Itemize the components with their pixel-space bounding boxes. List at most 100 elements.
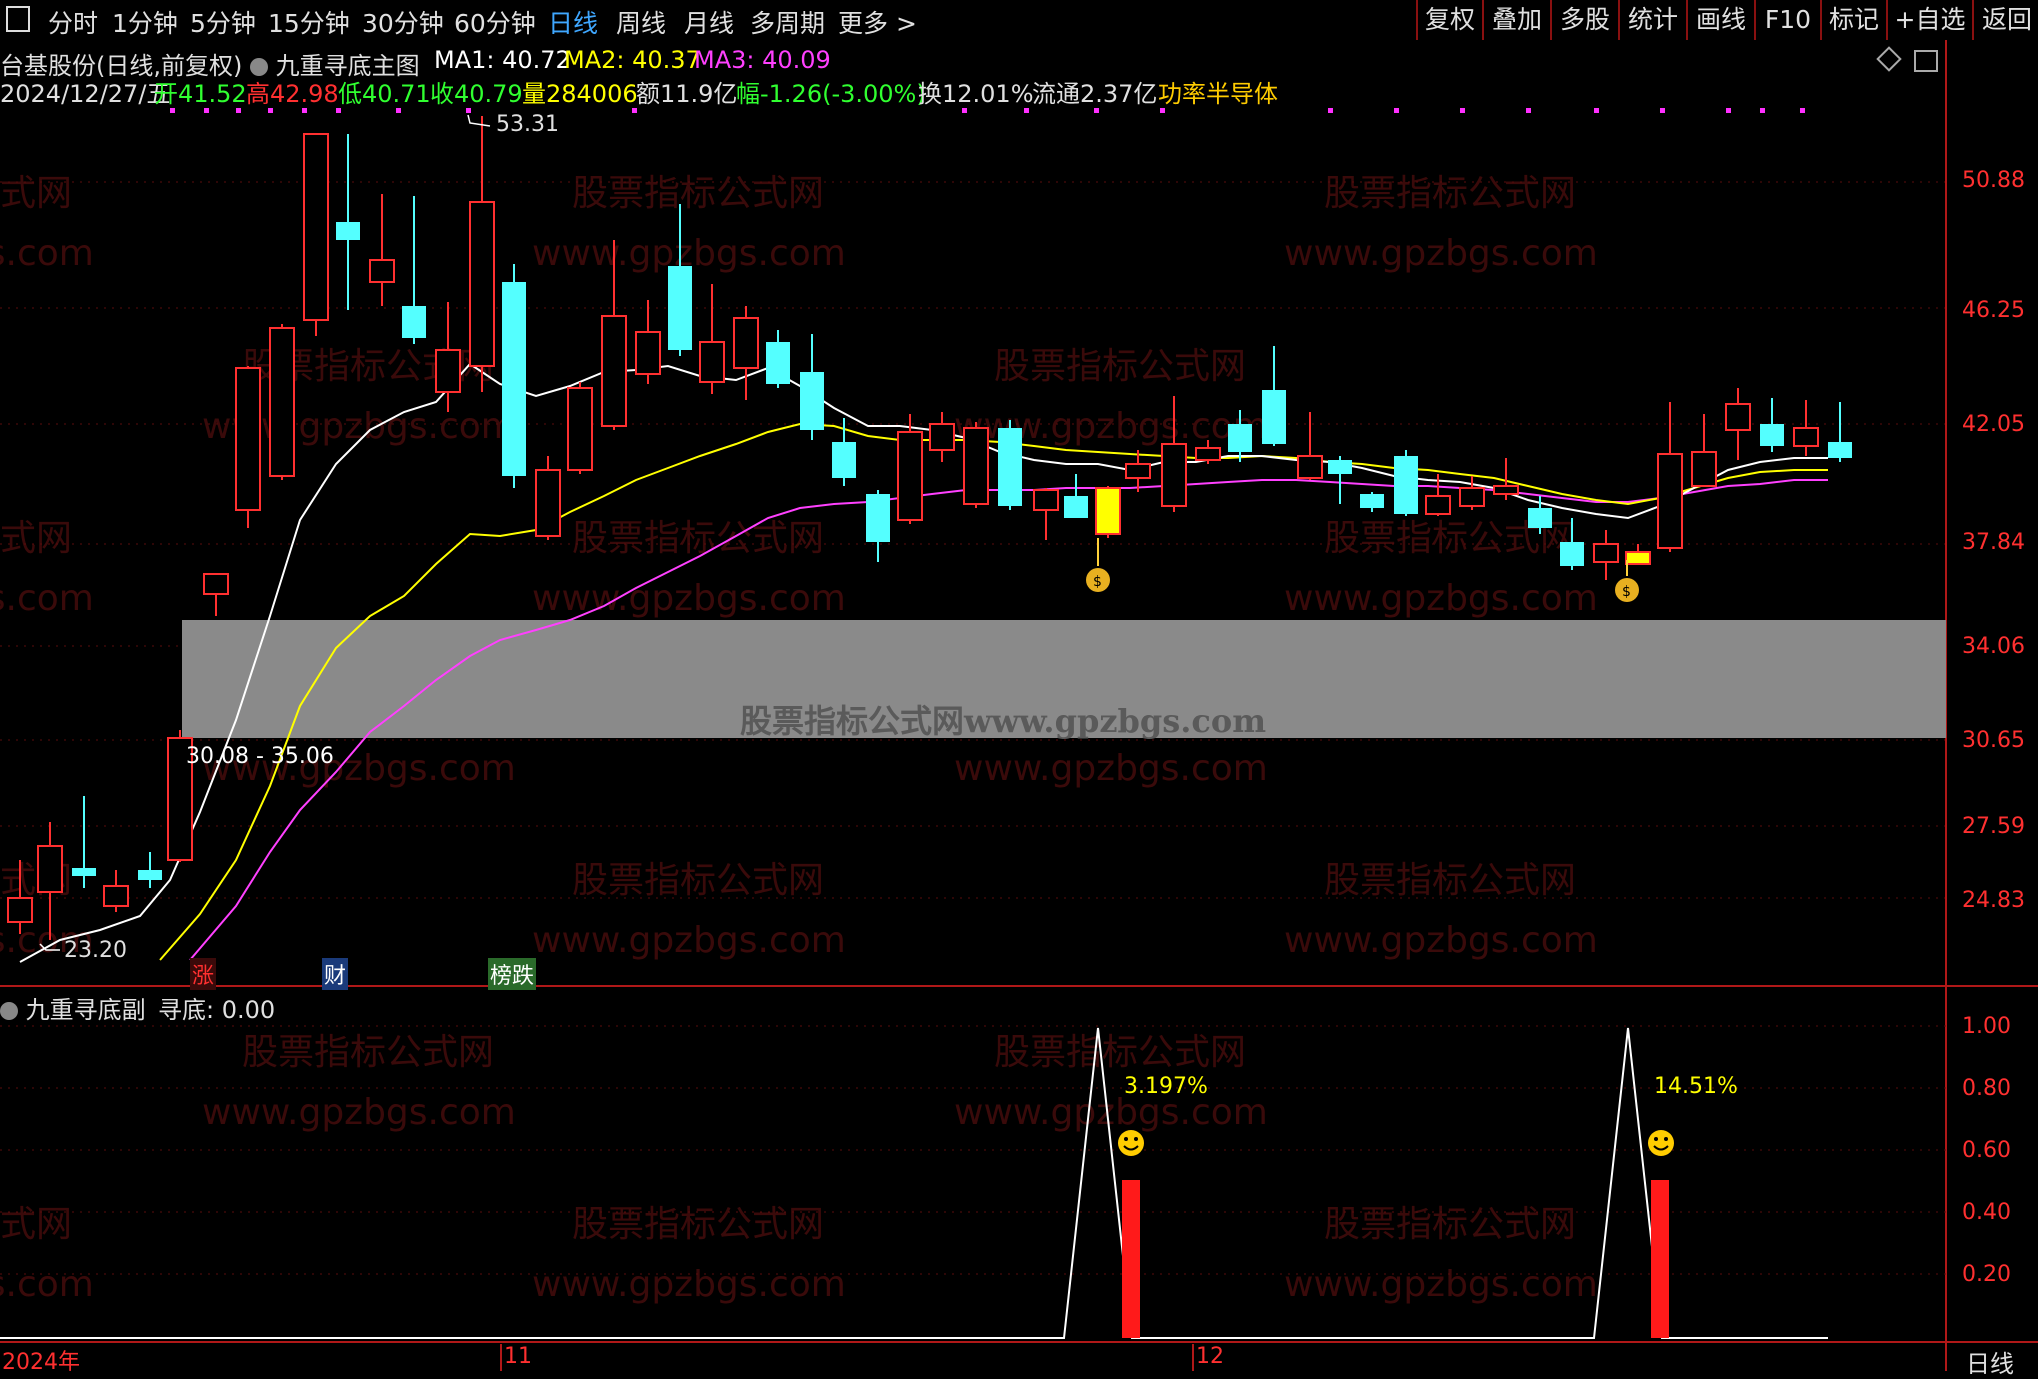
float-cap-value: 流通2.37亿: [1032, 80, 1158, 108]
period-indicator[interactable]: 日线: [1966, 1344, 2014, 1379]
price-tick: 37.84: [1962, 530, 2025, 555]
price-tick: 46.25: [1962, 298, 2025, 323]
watermark-text: 股票指标公式网: [242, 1032, 494, 1073]
candle: [402, 196, 426, 344]
sector-value: 功率半导体: [1158, 80, 1278, 108]
change-value: 幅-1.26(-3.00%): [736, 80, 926, 108]
price-tick: 27.59: [1962, 814, 2025, 839]
watermark-text: www.gpzbgs.com: [532, 1264, 846, 1305]
watermark-text: 股票指标公式网: [1324, 173, 1576, 214]
turnover-value: 换12.01%: [918, 80, 1034, 108]
smiley-icon: [1648, 1130, 1674, 1156]
watermark-text: 股票指标公式网: [0, 1204, 72, 1245]
panel-toggle-icon[interactable]: [1914, 50, 1938, 72]
watermark-text: www.gpzbgs.com: [1284, 920, 1598, 961]
candle: [1360, 492, 1384, 512]
watermark-text: 股票指标公式网: [994, 346, 1246, 387]
price-tick: 34.06: [1962, 634, 2025, 659]
watermark-text: 股票指标公式网: [572, 860, 824, 901]
high-value: 高42.98: [246, 80, 339, 108]
ma3-label: MA3: 40.09: [694, 46, 831, 74]
watermark-text: 股票指标公式网: [572, 173, 824, 214]
candle: [502, 264, 526, 488]
low-marker: 23.20: [64, 938, 127, 963]
volume-value: 量284006: [522, 80, 638, 108]
candle: [832, 418, 856, 486]
sub-tick: 0.40: [1962, 1200, 2011, 1225]
ma1-label: MA1: 40.72: [434, 46, 571, 74]
low-value: 低40.71: [338, 80, 431, 108]
watermark-text: www.gpzbgs.com: [1284, 233, 1598, 274]
signal-pct-2: 14.51%: [1654, 1074, 1738, 1099]
candle: [469, 116, 495, 392]
candle: [567, 382, 593, 474]
sub-indicator-title[interactable]: 九重寻底副: [0, 990, 146, 1025]
watermark-text: 股票指标公式网: [1324, 860, 1576, 901]
candle: [1593, 530, 1619, 580]
signal-bar-1: [1122, 1180, 1140, 1338]
watermark-text: www.gpzbgs.com: [0, 578, 94, 619]
candle: [1625, 544, 1651, 565]
candle: [1297, 412, 1323, 480]
tag-finance[interactable]: 财: [322, 958, 349, 990]
money-bag-icon: $: [1615, 560, 1639, 602]
candle: [235, 366, 261, 528]
watermark-text: 股票指标公式网: [1324, 1204, 1576, 1245]
watermark-text: www.gpzbgs.com: [954, 748, 1268, 789]
candle: [1125, 450, 1151, 492]
open-value: 开41.52: [154, 80, 247, 108]
candle: [998, 420, 1022, 510]
tag-board-drop[interactable]: 榜跌: [488, 958, 537, 990]
watermark-text: www.gpzbgs.com: [202, 1092, 516, 1133]
date-tick: 12: [1196, 1344, 1224, 1369]
candle: [203, 573, 229, 616]
money-bag-icon: $: [1086, 538, 1110, 592]
price-tick: 42.05: [1962, 412, 2025, 437]
range-label: 30.08 - 35.06: [186, 744, 334, 769]
candle: [369, 194, 395, 306]
candle: [1828, 402, 1852, 462]
svg-text:$: $: [1622, 584, 1631, 600]
candle: [1760, 398, 1784, 452]
candle: [1328, 456, 1352, 504]
watermark-text: www.gpzbgs.com: [0, 233, 94, 274]
watermark-text: 股票指标公式网: [0, 518, 72, 559]
chevron-down-icon[interactable]: [0, 1002, 18, 1020]
candle: [668, 204, 692, 356]
date-tick: 11: [504, 1344, 532, 1369]
candle: [766, 330, 790, 388]
ma2-label: MA2: 40.37: [564, 46, 701, 74]
sub-tick: 0.60: [1962, 1138, 2011, 1163]
candle: [733, 306, 759, 400]
candle: [1064, 474, 1088, 518]
candle: [103, 870, 129, 912]
candle: [1262, 346, 1286, 446]
watermark-text: www.gpzbgs.com: [532, 920, 846, 961]
candle: [635, 300, 661, 384]
candle: [138, 852, 162, 888]
candle: [1033, 488, 1059, 540]
high-marker: 53.31: [496, 112, 559, 137]
candle: [269, 324, 295, 480]
candle: [929, 412, 955, 462]
kline-chart[interactable]: 股票指标公式网股票指标公式网股票指标公式网www.gpzbgs.comwww.g…: [0, 0, 2038, 1371]
close-value: 收40.79: [430, 80, 523, 108]
signal-pct-1: 3.197%: [1124, 1074, 1208, 1099]
watermark-text: 股票指标公式网: [0, 173, 72, 214]
sub-indicator-value: 寻底: 0.00: [158, 996, 276, 1024]
watermark-text: www.gpzbgs.com: [532, 578, 846, 619]
candle: [1095, 486, 1121, 538]
tag-limit-up[interactable]: 涨: [190, 958, 217, 990]
candle: [435, 302, 461, 412]
watermark-text: www.gpzbgs.com: [0, 1264, 94, 1305]
sub-tick: 0.80: [1962, 1076, 2011, 1101]
candle: [699, 284, 725, 394]
watermark-text: www.gpzbgs.com: [1284, 578, 1598, 619]
candle: [336, 134, 360, 310]
candle: [963, 422, 989, 508]
band-watermark: 股票指标公式网www.gpzbgs.com: [740, 702, 1267, 740]
smiley-icon: [1118, 1130, 1144, 1156]
bar-date: 2024/12/27/五: [0, 80, 171, 108]
amount-value: 额11.9亿: [636, 80, 738, 108]
candle: [1793, 400, 1819, 456]
